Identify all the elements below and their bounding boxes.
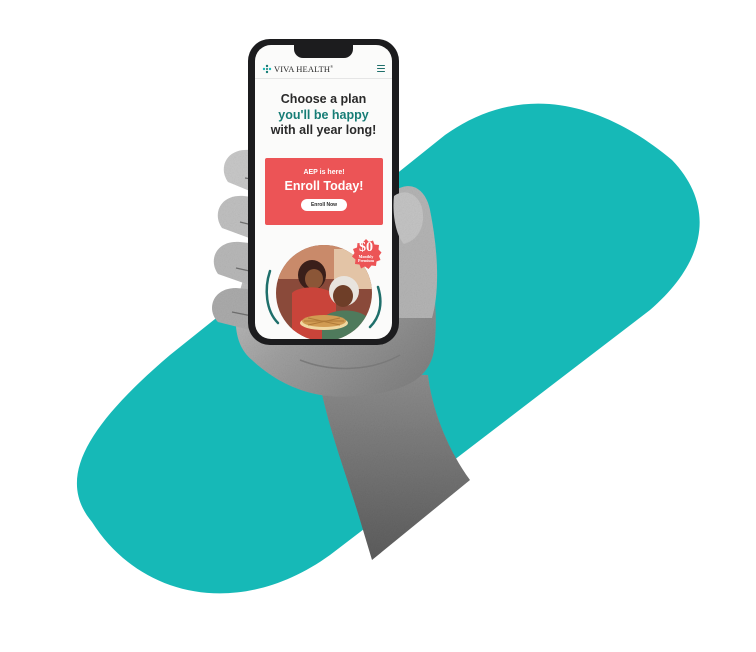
headline-line-3: with all year long! (270, 123, 377, 137)
promo-eyebrow: AEP is here! (303, 169, 345, 176)
zero-premium-badge: $0 Monthly Premium (350, 238, 382, 270)
headline-line-2: you'll be happy (278, 107, 369, 122)
badge-line-2: Premium (358, 258, 374, 264)
promo-title: Enroll Today! (284, 179, 364, 193)
enroll-now-button[interactable]: Enroll Now (300, 199, 348, 211)
brand-name: VIVA HEALTH® (274, 63, 334, 74)
phone-notch (294, 45, 353, 58)
trademark-symbol: ® (330, 63, 334, 69)
logo-mark-icon (262, 64, 272, 73)
menu-icon[interactable] (377, 65, 385, 72)
phone-mockup: VIVA HEALTH® Choose a plan you'll be hap… (248, 39, 399, 345)
family-photo-area: $0 Monthly Premium (264, 238, 384, 339)
enroll-promo-card: AEP is here! Enroll Today! Enroll Now (265, 158, 383, 225)
site-header: VIVA HEALTH® (255, 59, 392, 79)
hero-headline: Choose a plan you'll be happy with all y… (255, 92, 392, 139)
headline-line-1: Choose a plan (280, 92, 367, 106)
brand-logo[interactable]: VIVA HEALTH® (262, 64, 333, 74)
badge-caption: Monthly Premium (350, 254, 382, 264)
phone-screen: VIVA HEALTH® Choose a plan you'll be hap… (255, 45, 392, 339)
